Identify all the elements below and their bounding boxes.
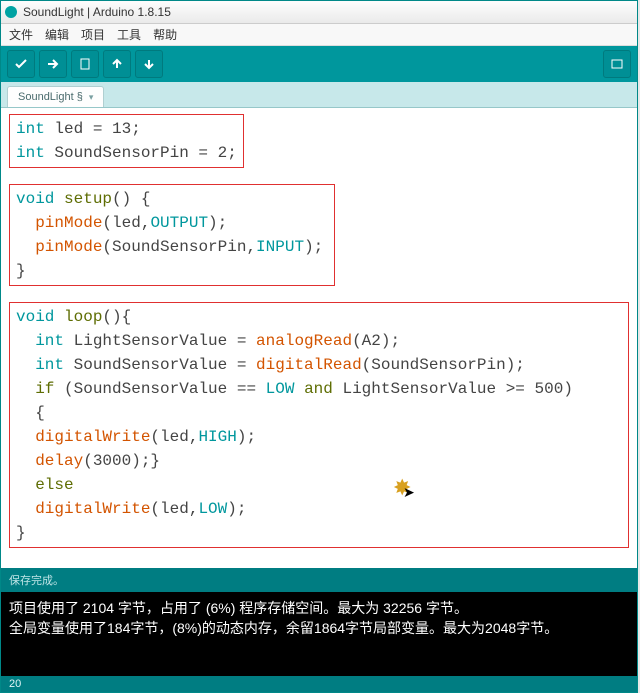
toolbar [1, 46, 637, 82]
window-title: SoundLight | Arduino 1.8.15 [23, 5, 171, 19]
tab-bar: SoundLight § ▾ [1, 82, 637, 108]
code-token: () { [112, 190, 150, 208]
code-token: (SoundSensorPin); [362, 356, 525, 374]
code-token: ); [227, 500, 246, 518]
code-token: int [35, 356, 73, 374]
tab-dropdown-icon[interactable]: ▾ [89, 92, 94, 103]
menu-edit[interactable]: 编辑 [45, 26, 69, 43]
new-file-icon [78, 57, 92, 71]
menu-tools[interactable]: 工具 [117, 26, 141, 43]
app-window: SoundLight | Arduino 1.8.15 文件 编辑 项目 工具 … [0, 0, 638, 693]
code-token: HIGH [198, 428, 236, 446]
open-arrow-up-icon [110, 57, 124, 71]
code-token: (led, [150, 428, 198, 446]
code-token: LOW [198, 500, 227, 518]
code-token: SoundSensorValue = [74, 356, 256, 374]
highlight-box-setup: void setup() { pinMode(led,OUTPUT); pinM… [9, 184, 335, 286]
code-token: pinMode [35, 238, 102, 256]
code-token: and [294, 380, 332, 398]
code-token: delay [35, 452, 83, 470]
code-token: digitalRead [256, 356, 362, 374]
highlight-box-loop: void loop(){ int LightSensorValue = anal… [9, 302, 629, 548]
console-text: 项目使用了 2104 字节，占用了 (6%) 程序存储空间。最大为 32256 … [9, 600, 558, 636]
code-token: analogRead [256, 332, 352, 350]
code-token: loop [64, 308, 102, 326]
verify-button[interactable] [7, 50, 35, 78]
tab-label: SoundLight § [18, 91, 83, 103]
footer-bar: 20 [1, 676, 637, 692]
code-token: void [16, 190, 64, 208]
code-token: SoundSensorPin = 2; [54, 144, 236, 162]
code-editor[interactable]: int led = 13; int SoundSensorPin = 2; vo… [1, 108, 637, 568]
menu-bar: 文件 编辑 项目 工具 帮助 [1, 24, 637, 46]
code-token: ); [237, 428, 256, 446]
code-token: if [35, 380, 64, 398]
tab-soundlight[interactable]: SoundLight § ▾ [7, 86, 104, 107]
menu-help[interactable]: 帮助 [153, 26, 177, 43]
title-bar[interactable]: SoundLight | Arduino 1.8.15 [1, 1, 637, 24]
code-token: int [16, 144, 54, 162]
code-token: (){ [102, 308, 131, 326]
open-button[interactable] [103, 50, 131, 78]
line-number: 20 [9, 678, 21, 690]
code-token: pinMode [35, 214, 102, 232]
status-message: 保存完成。 [9, 575, 64, 587]
code-token: setup [64, 190, 112, 208]
code-token: else [35, 476, 73, 494]
serial-monitor-button[interactable] [603, 50, 631, 78]
code-token: LOW [266, 380, 295, 398]
code-token: } [16, 521, 622, 545]
status-bar: 保存完成。 [1, 568, 637, 592]
code-token: void [16, 308, 64, 326]
code-token: OUTPUT [150, 214, 208, 232]
output-console[interactable]: 项目使用了 2104 字节，占用了 (6%) 程序存储空间。最大为 32256 … [1, 592, 637, 676]
upload-button[interactable] [39, 50, 67, 78]
code-token: ); [208, 214, 227, 232]
new-button[interactable] [71, 50, 99, 78]
code-token: (SoundSensorValue == [64, 380, 266, 398]
code-token: led = 13; [54, 120, 140, 138]
code-token: (SoundSensorPin, [102, 238, 256, 256]
serial-monitor-icon [610, 57, 624, 71]
arduino-app-icon [5, 6, 17, 18]
code-token: { [16, 401, 622, 425]
code-token: INPUT [256, 238, 304, 256]
save-button[interactable] [135, 50, 163, 78]
check-icon [14, 57, 28, 71]
code-token: LightSensorValue = [74, 332, 256, 350]
code-token: digitalWrite [35, 500, 150, 518]
code-token: int [16, 120, 54, 138]
code-token: LightSensorValue >= 500) [333, 380, 573, 398]
code-token: (3000);} [83, 452, 160, 470]
arrow-right-icon [46, 57, 60, 71]
code-token: (led, [102, 214, 150, 232]
code-token: int [35, 332, 73, 350]
code-token: } [16, 259, 328, 283]
code-token: ); [304, 238, 323, 256]
code-token: (led, [150, 500, 198, 518]
save-arrow-down-icon [142, 57, 156, 71]
menu-sketch[interactable]: 项目 [81, 26, 105, 43]
menu-file[interactable]: 文件 [9, 26, 33, 43]
code-token: digitalWrite [35, 428, 150, 446]
highlight-box-declarations: int led = 13; int SoundSensorPin = 2; [9, 114, 244, 168]
code-token: (A2); [352, 332, 400, 350]
